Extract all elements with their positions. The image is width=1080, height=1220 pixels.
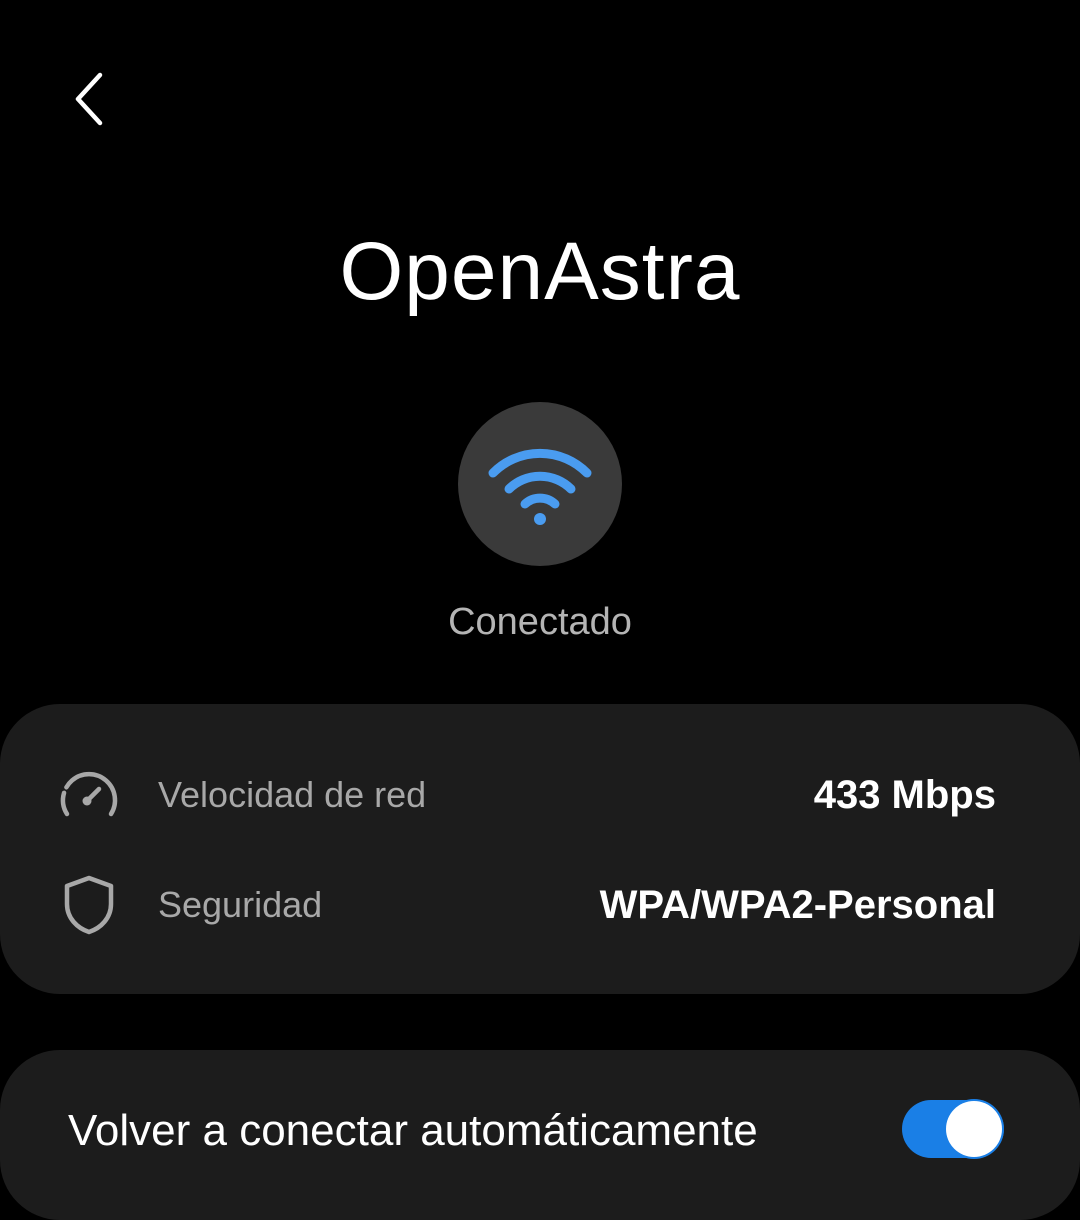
network-speed-label: Velocidad de red [158,774,427,815]
security-value: WPA/WPA2-Personal [599,883,996,927]
network-details-card: Velocidad de red 433 Mbps Seguridad WPA/… [0,704,1080,994]
speedometer-icon [56,762,122,828]
shield-icon [56,872,122,938]
network-speed-value: 433 Mbps [813,773,996,817]
security-row: Seguridad WPA/WPA2-Personal [0,860,1080,950]
wifi-status-badge [458,402,622,566]
network-speed-row: Velocidad de red 433 Mbps [0,750,1080,840]
wifi-icon [485,437,595,532]
security-label: Seguridad [158,884,323,925]
auto-reconnect-label: Volver a conectar automáticamente [68,1106,758,1155]
toggle-knob [946,1101,1002,1157]
network-name-title: OpenAstra [339,226,741,317]
chevron-left-icon [70,69,110,134]
connection-status: Conectado [448,601,632,643]
back-button[interactable] [60,68,120,134]
auto-reconnect-toggle[interactable] [902,1100,1004,1158]
